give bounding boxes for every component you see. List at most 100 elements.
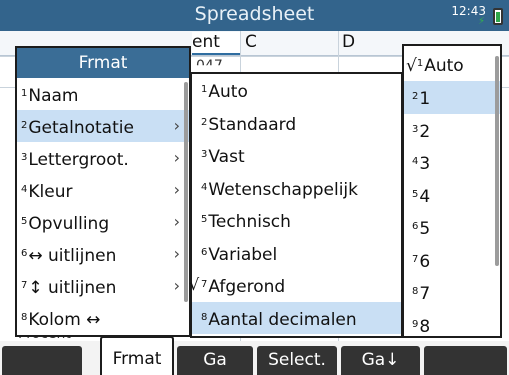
- menu-item-number: 5: [21, 216, 28, 227]
- menu-item-number: 7: [201, 279, 208, 290]
- menu-item-auto-decimals[interactable]: √1Auto: [404, 46, 500, 81]
- menu-item-label: Auto: [424, 56, 464, 76]
- menu-item-number: 5: [201, 214, 208, 225]
- menu-item-label: Getalnotatie: [28, 118, 134, 138]
- menu-item-number: 6: [412, 221, 419, 232]
- menu-item-opvulling[interactable]: 5Opvulling ›: [17, 206, 189, 238]
- menu-item-label: ↔ uitlijnen: [28, 246, 117, 266]
- menu-item-decimals-3[interactable]: 43: [404, 146, 500, 179]
- clock: 12:43: [451, 4, 486, 18]
- menu-item-label: Standaard: [208, 114, 297, 135]
- menu-item-number: 4: [412, 156, 419, 167]
- softkey-ga[interactable]: Ga: [177, 346, 253, 375]
- menu-item-number: 5: [412, 188, 419, 200]
- softkey-ga-down[interactable]: Ga↓: [341, 346, 420, 375]
- chevron-right-icon: ›: [173, 180, 180, 199]
- menu-item-decimals-7[interactable]: 87: [404, 276, 500, 309]
- menu-item-label: 5: [419, 219, 431, 239]
- chevron-right-icon: ›: [173, 244, 180, 263]
- menu-item-technisch[interactable]: 5Technisch: [192, 204, 401, 237]
- menu-item-decimals-4[interactable]: 54: [404, 179, 500, 212]
- menu-item-number: 7: [21, 280, 28, 291]
- menu-item-number: 8: [21, 312, 28, 323]
- menu-item-number: 2: [21, 120, 28, 131]
- decimals-menu-scrollbar[interactable]: [495, 56, 499, 266]
- softkey-frmat[interactable]: Frmat: [100, 336, 174, 375]
- column-header-c[interactable]: C: [243, 32, 338, 55]
- menu-item-label: 2: [419, 121, 431, 142]
- menu-item-label: ↕ uitlijnen: [28, 278, 117, 298]
- decimals-menu: √1Auto 21 32 43 54 65 76 87 98: [402, 44, 502, 338]
- menu-item-getalnotatie[interactable]: 2Getalnotatie ›: [17, 110, 189, 142]
- menu-item-number: 1: [416, 58, 424, 69]
- menu-item-vast[interactable]: 3Vast: [192, 139, 401, 172]
- chevron-right-icon: ›: [173, 276, 180, 295]
- menu-item-naam[interactable]: 1Naam: [17, 78, 189, 110]
- menu-item-vertical-align[interactable]: 7↕ uitlijnen ›: [17, 270, 189, 302]
- menu-item-label: 4: [419, 186, 431, 207]
- menu-item-variabel[interactable]: 6Variabel: [192, 237, 401, 270]
- menu-item-label: Vast: [208, 147, 245, 167]
- chevron-right-icon: ›: [173, 116, 180, 135]
- menu-item-number: 1: [21, 88, 28, 99]
- checkmark-icon: √: [406, 56, 417, 76]
- menu-item-label: Naam: [28, 86, 79, 106]
- menu-item-decimals-8[interactable]: 98: [404, 309, 500, 342]
- menu-item-label: Opvulling: [28, 214, 110, 234]
- menu-item-number: 8: [201, 311, 208, 323]
- menu-item-label: 7: [419, 284, 431, 304]
- menu-item-number: 6: [201, 246, 208, 258]
- menu-item-label: 3: [419, 154, 431, 174]
- menu-item-label: Aantal decimalen: [208, 309, 357, 330]
- menu-item-number: 9: [412, 318, 419, 330]
- menu-item-wetenschappelijk[interactable]: 4Wetenschappelijk: [192, 172, 401, 205]
- format-menu-scrollbar[interactable]: [184, 82, 188, 302]
- menu-item-decimals-5[interactable]: 65: [404, 211, 500, 244]
- menu-item-number: 3: [21, 152, 28, 163]
- menu-item-number: 8: [412, 286, 419, 297]
- format-menu: Frmat 1Naam 2Getalnotatie › 3Lettergroot…: [15, 46, 191, 337]
- menu-item-number: 3: [201, 149, 208, 160]
- menu-item-standaard[interactable]: 2Standaard: [192, 107, 401, 140]
- format-menu-title: Frmat: [17, 48, 189, 78]
- title-bar: Spreadsheet ⚡ 12:43: [0, 0, 509, 31]
- menu-item-label: Technisch: [208, 212, 291, 232]
- number-format-menu: 1Auto 2Standaard 3Vast 4Wetenschappelijk…: [189, 72, 403, 338]
- chevron-right-icon: ›: [173, 212, 180, 231]
- menu-item-number: 4: [21, 184, 28, 195]
- softkey-select[interactable]: Select.: [257, 346, 337, 375]
- softkey-6[interactable]: [424, 346, 507, 375]
- menu-item-label: 8: [419, 316, 431, 337]
- menu-item-aantal-decimalen[interactable]: 8Aantal decimalen: [192, 301, 401, 334]
- menu-item-number: 2: [201, 116, 208, 128]
- menu-item-number: 6: [21, 248, 28, 259]
- menu-item-lettergroot[interactable]: 3Lettergroot. ›: [17, 142, 189, 174]
- battery-icon: [493, 8, 503, 25]
- menu-item-label: Kolom ↔: [28, 310, 101, 330]
- app-title: Spreadsheet: [194, 3, 315, 25]
- menu-item-label: Kleur: [28, 182, 73, 202]
- menu-item-number: 2: [412, 91, 419, 102]
- menu-item-label: 1: [419, 89, 431, 109]
- menu-item-horizontal-align[interactable]: 6↔ uitlijnen ›: [17, 238, 189, 270]
- menu-item-label: Variabel: [208, 244, 278, 265]
- chevron-right-icon: ›: [173, 148, 180, 167]
- menu-item-number: 7: [412, 253, 419, 265]
- column-header-d[interactable]: D: [340, 32, 400, 55]
- menu-item-auto[interactable]: 1Auto: [192, 74, 401, 107]
- menu-item-decimals-6[interactable]: 76: [404, 244, 500, 277]
- menu-item-kolom[interactable]: 8Kolom ↔: [17, 302, 189, 334]
- menu-item-label: Auto: [208, 82, 248, 102]
- column-header-b[interactable]: ent: [192, 32, 240, 55]
- menu-item-label: Afgerond: [208, 277, 286, 297]
- softkey-1[interactable]: [2, 346, 82, 375]
- menu-item-number: 4: [201, 181, 208, 193]
- menu-item-decimals-1[interactable]: 21: [404, 81, 500, 114]
- menu-item-number: 1: [201, 84, 208, 95]
- checkmark-icon: √: [189, 275, 200, 294]
- menu-item-kleur[interactable]: 4Kleur ›: [17, 174, 189, 206]
- menu-item-decimals-2[interactable]: 32: [404, 114, 500, 147]
- menu-item-label: 6: [419, 251, 431, 272]
- menu-item-afgerond[interactable]: √ 7Afgerond: [189, 269, 401, 302]
- menu-item-label: Lettergroot.: [28, 150, 129, 170]
